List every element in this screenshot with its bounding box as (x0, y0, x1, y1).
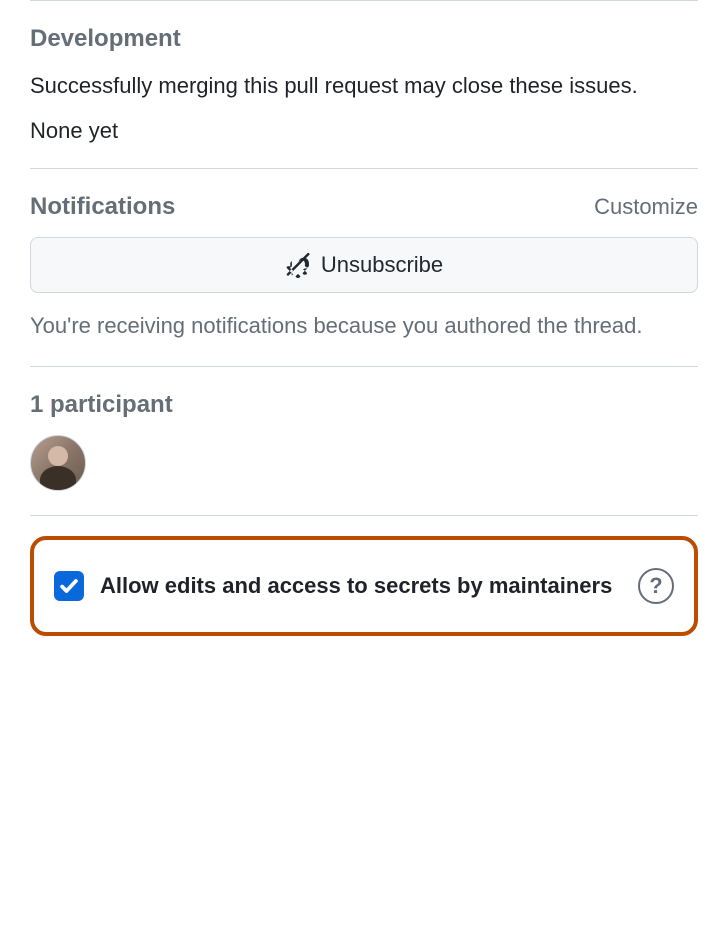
check-icon (59, 576, 79, 596)
allow-edits-checkbox[interactable] (54, 571, 84, 601)
help-icon[interactable]: ? (638, 568, 674, 604)
allow-edits-section: Allow edits and access to secrets by mai… (30, 536, 698, 636)
notifications-section: Notifications Customize Unsubscribe You'… (30, 168, 698, 366)
bell-slash-icon (285, 252, 311, 278)
notification-reason: You're receiving notifications because y… (30, 309, 698, 342)
notifications-title: Notifications (30, 193, 175, 221)
allow-edits-label: Allow edits and access to secrets by mai… (100, 571, 622, 602)
unsubscribe-label: Unsubscribe (321, 252, 443, 278)
help-symbol: ? (649, 573, 662, 599)
unsubscribe-button[interactable]: Unsubscribe (30, 237, 698, 293)
development-description: Successfully merging this pull request m… (30, 69, 698, 102)
customize-link[interactable]: Customize (594, 194, 698, 220)
development-title: Development (30, 25, 698, 53)
development-status: None yet (30, 118, 698, 144)
participants-title: 1 participant (30, 391, 698, 419)
avatar[interactable] (30, 435, 86, 491)
allow-edits-wrapper: Allow edits and access to secrets by mai… (30, 515, 698, 644)
development-section: Development Successfully merging this pu… (30, 0, 698, 168)
participants-section: 1 participant (30, 366, 698, 515)
